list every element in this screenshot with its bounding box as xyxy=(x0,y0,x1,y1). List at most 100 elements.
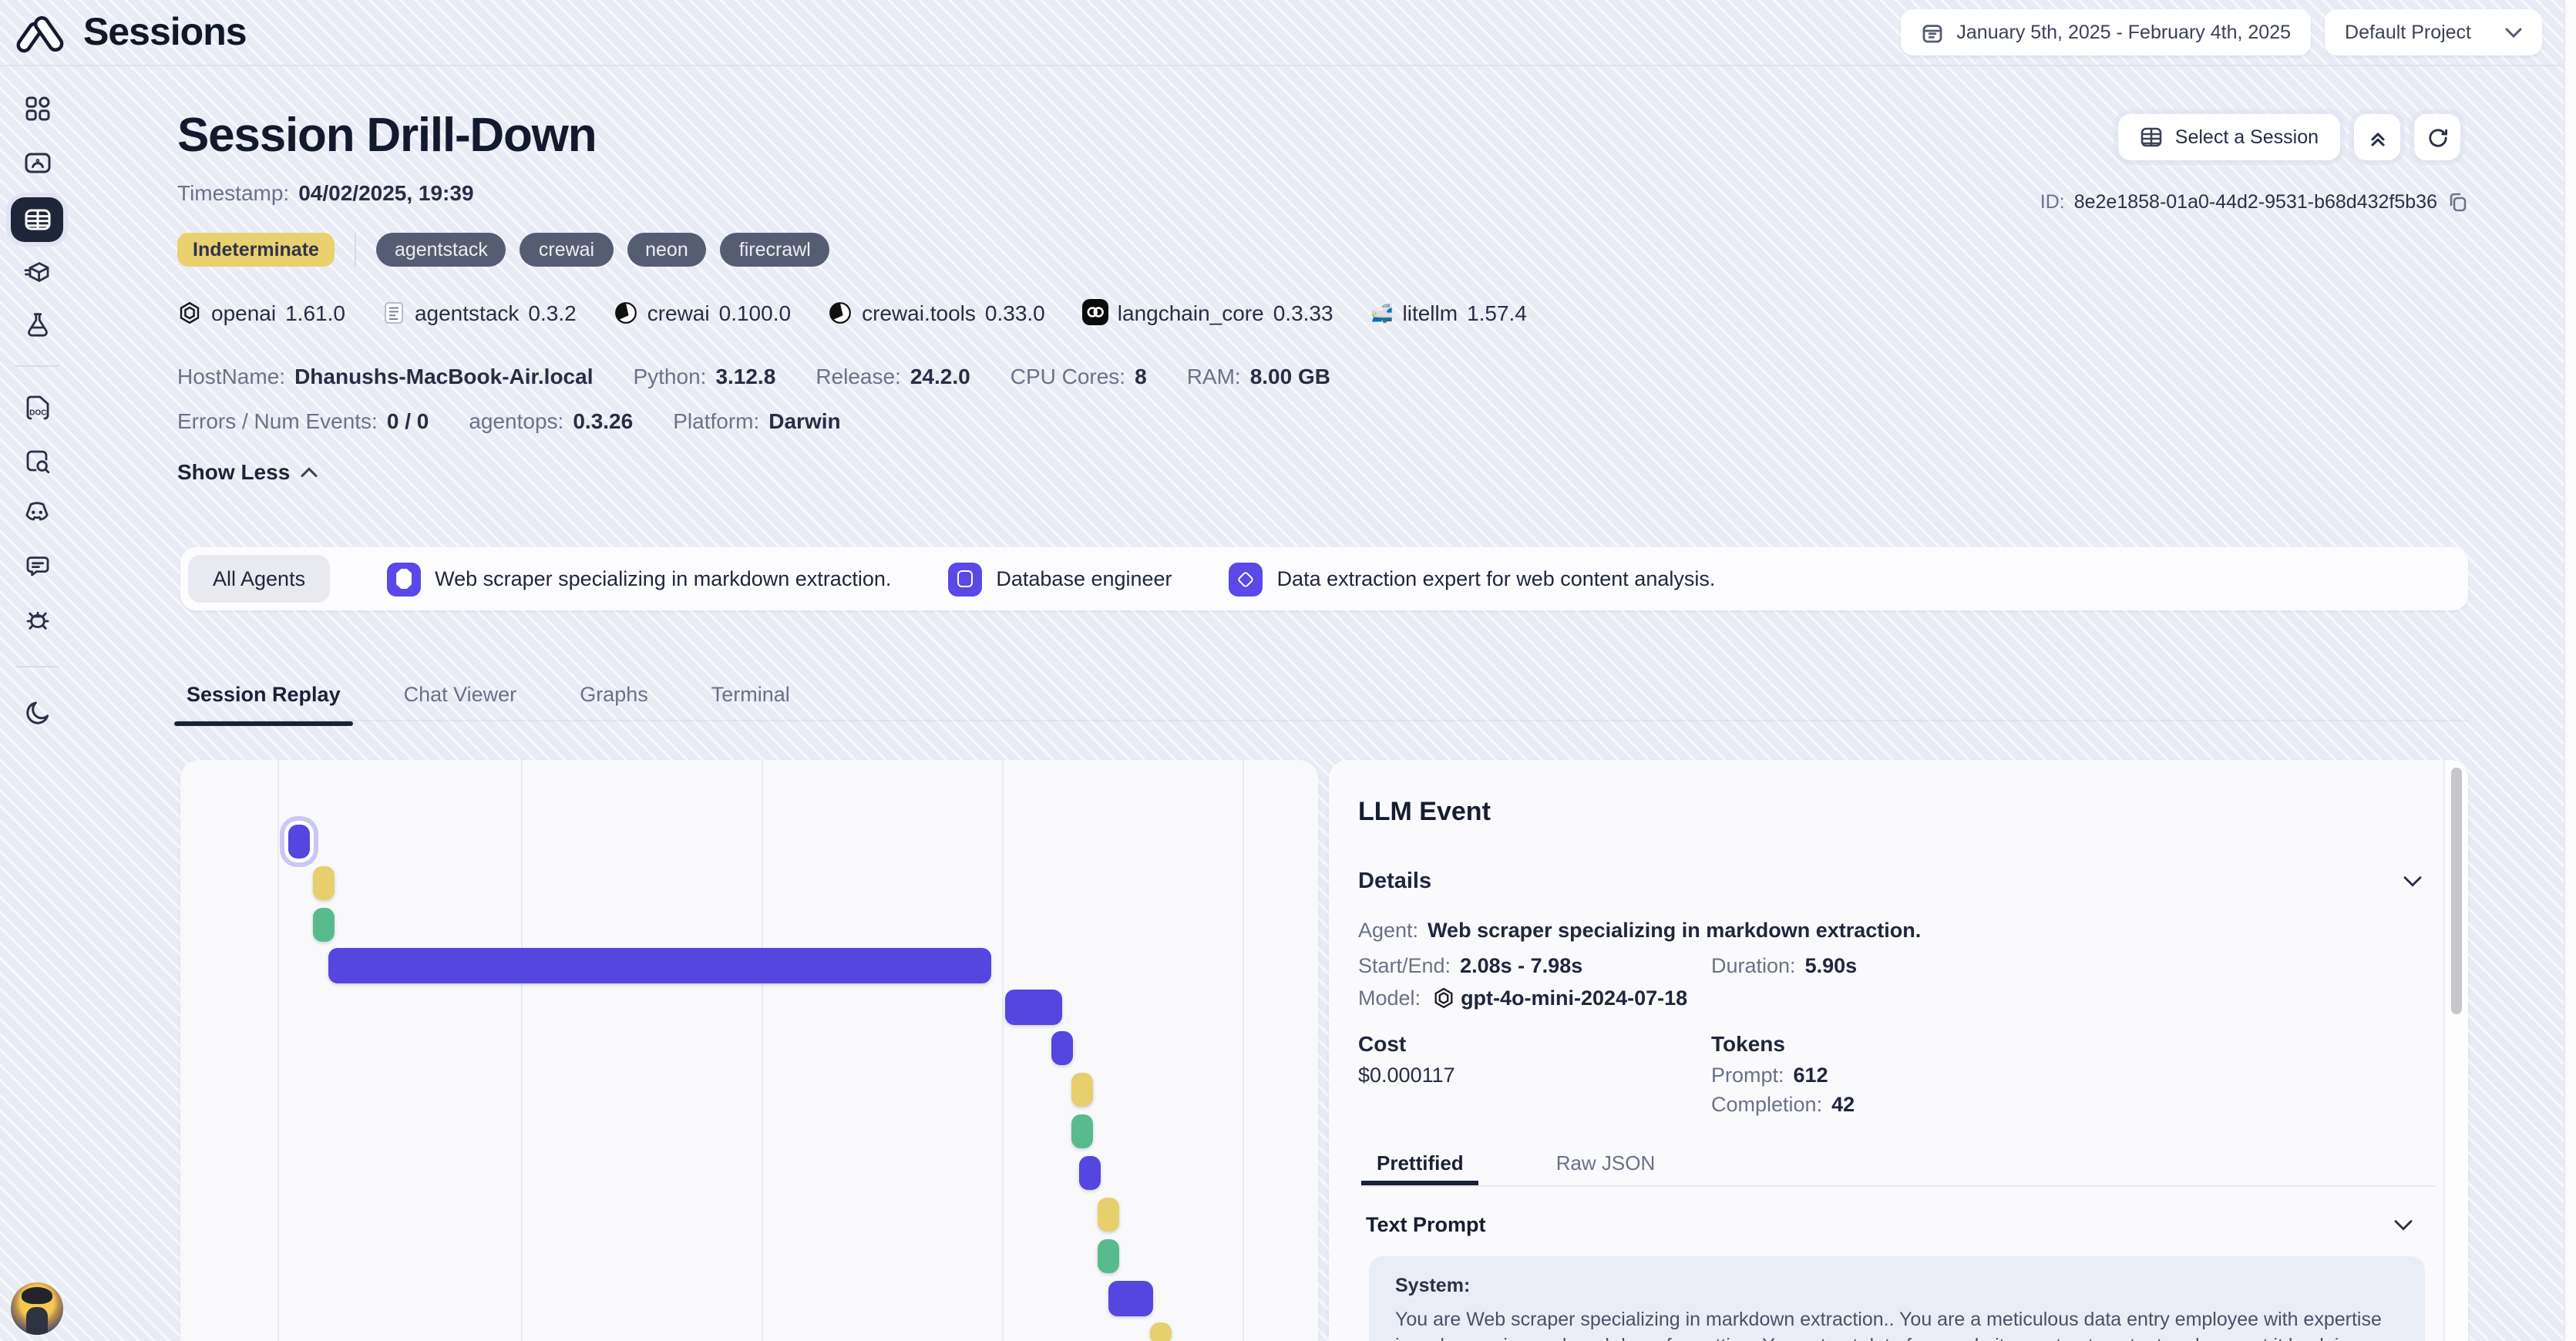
model-label: Model: xyxy=(1358,986,1421,1010)
chevron-down-icon xyxy=(2505,27,2522,38)
completion-tokens-row: Completion: 42 xyxy=(1711,1093,1855,1116)
gridline xyxy=(521,760,523,1341)
tokens-heading: Tokens xyxy=(1711,1031,1785,1056)
tag-pill: agentstack xyxy=(376,233,506,267)
collapse-button[interactable] xyxy=(2354,114,2400,160)
replay-block[interactable] xyxy=(1079,1156,1101,1190)
calendar-icon xyxy=(1921,21,1944,44)
tab-terminal[interactable]: Terminal xyxy=(705,680,796,720)
svg-text:DOC: DOC xyxy=(29,408,45,417)
replay-block[interactable] xyxy=(1071,1114,1093,1148)
replay-block[interactable] xyxy=(1150,1323,1172,1341)
replay-block[interactable] xyxy=(1051,1031,1073,1065)
agent-avatar-icon xyxy=(387,562,421,596)
timestamp-row: Timestamp: 04/02/2025, 19:39 xyxy=(177,180,474,205)
agent-label: Data extraction expert for web content a… xyxy=(1277,567,1716,590)
sidebar-item-overview[interactable] xyxy=(22,146,52,177)
agentstack-icon xyxy=(382,300,405,324)
details-collapse-chevron-icon[interactable] xyxy=(2403,876,2422,888)
page-scrollbar[interactable] xyxy=(2564,0,2576,1341)
release-label: Release: xyxy=(816,364,901,388)
panel-scrollbar-thumb[interactable] xyxy=(2451,768,2462,1014)
replay-block[interactable] xyxy=(1108,1281,1153,1316)
replay-block[interactable] xyxy=(288,825,310,859)
refresh-button[interactable] xyxy=(2414,114,2460,160)
agent-item-database-engineer[interactable]: Database engineer xyxy=(948,562,1172,596)
replay-block[interactable] xyxy=(1071,1073,1093,1107)
select-session-label: Select a Session xyxy=(2175,126,2319,148)
tab-graphs[interactable]: Graphs xyxy=(573,680,654,720)
agent-item-data-extraction[interactable]: Data extraction expert for web content a… xyxy=(1229,562,1716,596)
agents-filter-bar: All Agents Web scraper specializing in m… xyxy=(180,547,2468,610)
payload-tabs: Prettified Raw JSON xyxy=(1361,1145,1670,1181)
replay-block[interactable] xyxy=(1005,990,1062,1025)
sidebar-item-feedback[interactable] xyxy=(22,550,52,581)
replay-block[interactable] xyxy=(1098,1198,1119,1232)
id-value: 8e2e1858-01a0-44d2-9531-b68d432f5b36 xyxy=(2074,191,2437,213)
date-range-picker[interactable]: January 5th, 2025 - February 4th, 2025 xyxy=(1901,9,2311,55)
agent-avatar-icon xyxy=(1229,562,1263,596)
agentops-logo-icon xyxy=(15,8,65,57)
bug-icon xyxy=(22,603,52,633)
timestamp-value: 04/02/2025, 19:39 xyxy=(298,180,473,205)
text-prompt-heading: Text Prompt xyxy=(1366,1213,1486,1236)
show-less-toggle[interactable]: Show Less xyxy=(177,459,318,484)
replay-block[interactable] xyxy=(313,908,335,942)
replay-block[interactable] xyxy=(313,866,335,900)
replay-block[interactable] xyxy=(1098,1239,1119,1273)
agent-item-web-scraper[interactable]: Web scraper specializing in markdown ext… xyxy=(387,562,891,596)
sidebar-item-discord[interactable] xyxy=(22,498,52,529)
package-crewai-tools: crewai.tools0.33.0 xyxy=(828,300,1045,324)
hostname-label: HostName: xyxy=(177,364,285,388)
ram-label: RAM: xyxy=(1187,364,1241,388)
all-agents-button[interactable]: All Agents xyxy=(188,555,330,603)
errors-label: Errors / Num Events: xyxy=(177,408,378,433)
project-select[interactable]: Default Project xyxy=(2325,9,2542,55)
tab-prettified[interactable]: Prettified xyxy=(1361,1145,1479,1181)
project-label: Default Project xyxy=(2345,22,2471,43)
sidebar-item-bug[interactable] xyxy=(22,603,52,634)
python-value: 3.12.8 xyxy=(715,364,775,388)
session-title: Session Drill-Down xyxy=(177,108,596,163)
flask-icon xyxy=(22,309,52,338)
sidebar-item-evals[interactable] xyxy=(22,308,52,339)
start-end-row: Start/End: 2.08s - 7.98s xyxy=(1358,954,1582,977)
tag-pill: crewai xyxy=(520,233,613,267)
sidebar-item-sessions-active[interactable] xyxy=(11,197,63,242)
copy-icon[interactable] xyxy=(2447,191,2468,213)
package-litellm: 🚅 litellm1.57.4 xyxy=(1370,300,1527,324)
cpu-value: 8 xyxy=(1135,364,1147,388)
date-range-label: January 5th, 2025 - February 4th, 2025 xyxy=(1956,22,2291,43)
tab-session-replay[interactable]: Session Replay xyxy=(180,680,347,720)
platform-label: Platform: xyxy=(673,408,759,433)
doc-file-icon: DOC xyxy=(22,392,52,422)
user-avatar[interactable] xyxy=(11,1282,63,1335)
sidebar-item-theme-toggle[interactable] xyxy=(22,697,52,728)
crewai-icon xyxy=(614,300,638,324)
host-info-row: HostName:Dhanushs-MacBook-Air.local Pyth… xyxy=(177,364,1330,388)
session-id-row: ID: 8e2e1858-01a0-44d2-9531-b68d432f5b36 xyxy=(2040,191,2468,213)
show-less-label: Show Less xyxy=(177,459,290,484)
agent-row: Agent: Web scraper specializing in markd… xyxy=(1358,919,1921,942)
status-badge: Indeterminate xyxy=(177,233,335,267)
details-heading: Details xyxy=(1358,869,1431,894)
sidebar: DOC xyxy=(0,68,74,1341)
tabs-divider xyxy=(1361,1185,2436,1187)
tab-raw-json[interactable]: Raw JSON xyxy=(1541,1145,1671,1181)
sidebar-divider xyxy=(15,365,59,367)
package-agentstack: agentstack0.3.2 xyxy=(382,300,577,324)
select-session-button[interactable]: Select a Session xyxy=(2118,114,2340,160)
sidebar-divider xyxy=(15,666,59,667)
page-title: Sessions xyxy=(83,10,247,55)
sidebar-item-logs[interactable] xyxy=(22,445,52,476)
replay-block[interactable] xyxy=(328,948,991,983)
sidebar-item-docs[interactable]: DOC xyxy=(22,392,52,422)
system-prompt-text: You are Web scraper specializing in mark… xyxy=(1395,1307,2399,1341)
table-icon xyxy=(2140,126,2163,148)
package-openai: openai1.61.0 xyxy=(177,300,345,324)
tab-chat-viewer[interactable]: Chat Viewer xyxy=(398,680,523,720)
text-prompt-collapse-chevron-icon[interactable] xyxy=(2394,1219,2413,1232)
sidebar-item-deploy[interactable] xyxy=(22,256,52,287)
sidebar-item-dashboard[interactable] xyxy=(22,92,52,123)
tag-pill: neon xyxy=(627,233,707,267)
